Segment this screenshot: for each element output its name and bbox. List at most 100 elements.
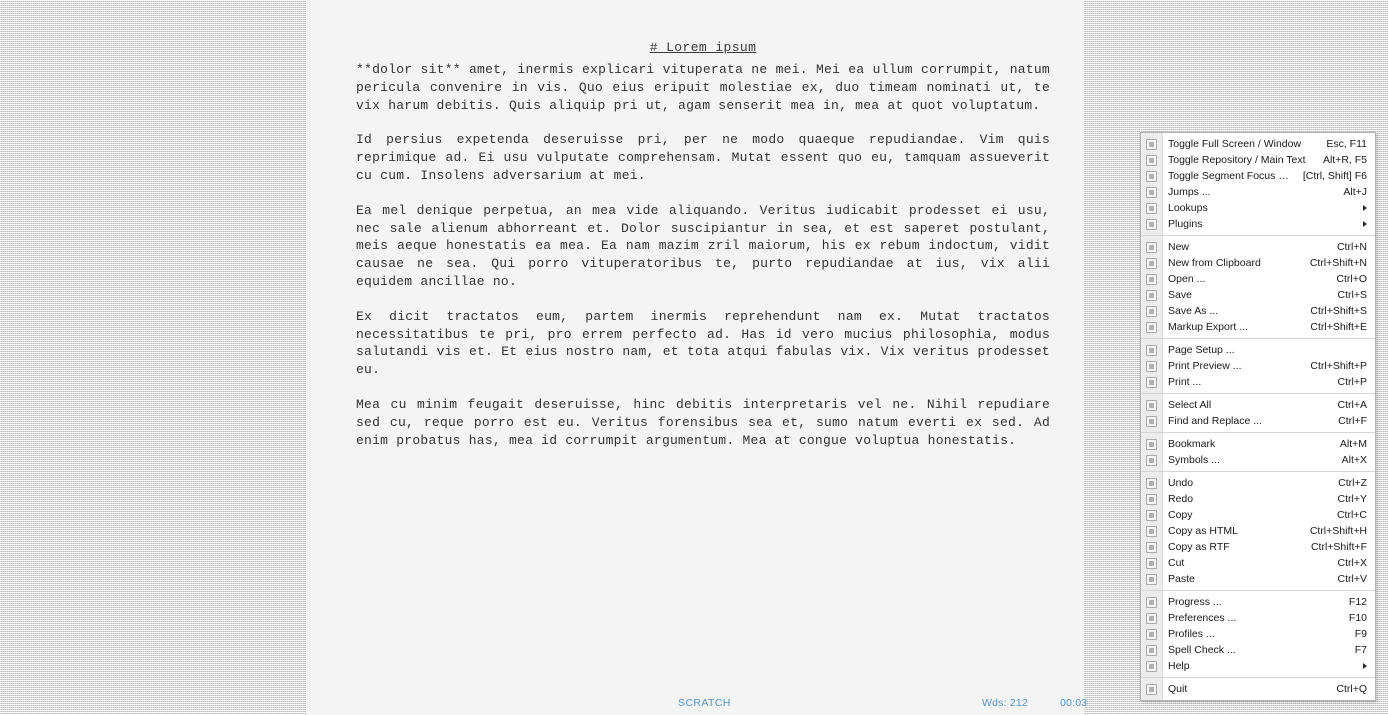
cut-icon bbox=[1141, 555, 1162, 571]
save-icon bbox=[1141, 287, 1162, 303]
menu-item-print[interactable]: Print ... Ctrl+P bbox=[1141, 374, 1375, 390]
undo-icon bbox=[1141, 475, 1162, 491]
menu-separator bbox=[1141, 432, 1375, 433]
menu-item-new-from-clipboard[interactable]: New from Clipboard Ctrl+Shift+N bbox=[1141, 255, 1375, 271]
menu-item-label: New bbox=[1168, 241, 1190, 253]
menu-item-label: Copy as HTML bbox=[1168, 525, 1239, 537]
status-document-name[interactable]: SCRATCH bbox=[678, 697, 731, 709]
menu-item-plugins[interactable]: Plugins bbox=[1141, 216, 1375, 232]
submenu-arrow-icon bbox=[1363, 663, 1367, 669]
menu-item-shortcut: F12 bbox=[1348, 596, 1367, 608]
menu-item-copy-as-rtf[interactable]: Copy as RTF Ctrl+Shift+F bbox=[1141, 539, 1375, 555]
markup-export-icon bbox=[1141, 319, 1162, 335]
menu-item-redo[interactable]: Redo Ctrl+Y bbox=[1141, 491, 1375, 507]
status-word-count[interactable]: Wds: 212 bbox=[982, 697, 1028, 709]
menu-item-shortcut: Ctrl+Shift+S bbox=[1310, 305, 1367, 317]
menu-item-cut[interactable]: Cut Ctrl+X bbox=[1141, 555, 1375, 571]
menu-item-shortcut: Alt+M bbox=[1339, 438, 1367, 450]
jumps-icon bbox=[1141, 184, 1162, 200]
menu-item-toggle-repository-main-text[interactable]: Toggle Repository / Main Text Alt+R, F5 bbox=[1141, 152, 1375, 168]
menu-item-print-preview[interactable]: Print Preview ... Ctrl+Shift+P bbox=[1141, 358, 1375, 374]
menu-item-label: Quit bbox=[1168, 683, 1188, 695]
menu-item-shortcut: F10 bbox=[1348, 612, 1367, 624]
menu-item-shortcut: Ctrl+N bbox=[1336, 241, 1367, 253]
menu-item-label: Paste bbox=[1168, 573, 1195, 585]
copy-html-icon bbox=[1141, 523, 1162, 539]
menu-item-new[interactable]: New Ctrl+N bbox=[1141, 239, 1375, 255]
menu-item-page-setup[interactable]: Page Setup ... bbox=[1141, 342, 1375, 358]
find-replace-icon bbox=[1141, 413, 1162, 429]
menu-item-preferences[interactable]: Preferences ... F10 bbox=[1141, 610, 1375, 626]
context-menu[interactable]: Toggle Full Screen / Window Esc, F11 Toggl… bbox=[1140, 132, 1376, 701]
repository-icon bbox=[1141, 152, 1162, 168]
status-timer[interactable]: 00:03 bbox=[1060, 697, 1087, 709]
editor-panel: # Lorem ipsum **dolor sit** amet, inermi… bbox=[306, 0, 1087, 715]
menu-item-bookmark[interactable]: Bookmark Alt+M bbox=[1141, 436, 1375, 452]
menu-item-progress[interactable]: Progress ... F12 bbox=[1141, 594, 1375, 610]
menu-item-paste[interactable]: Paste Ctrl+V bbox=[1141, 571, 1375, 587]
menu-item-symbols[interactable]: Symbols ... Alt+X bbox=[1141, 452, 1375, 468]
menu-item-label: Jumps ... bbox=[1168, 186, 1211, 198]
segment-focus-icon bbox=[1141, 168, 1162, 184]
menu-item-find-and-replace[interactable]: Find and Replace ... Ctrl+F bbox=[1141, 413, 1375, 429]
menu-separator bbox=[1141, 338, 1375, 339]
menu-item-copy-as-html[interactable]: Copy as HTML Ctrl+Shift+H bbox=[1141, 523, 1375, 539]
menu-item-undo[interactable]: Undo Ctrl+Z bbox=[1141, 475, 1375, 491]
submenu-arrow-icon bbox=[1363, 205, 1367, 211]
redo-icon bbox=[1141, 491, 1162, 507]
spell-check-icon bbox=[1141, 642, 1162, 658]
menu-item-label: Preferences ... bbox=[1168, 612, 1237, 624]
plugins-icon bbox=[1141, 216, 1162, 232]
menu-item-label: New from Clipboard bbox=[1168, 257, 1261, 269]
menu-item-shortcut: Alt+J bbox=[1343, 186, 1367, 198]
menu-item-toggle-segment-focus-on-off[interactable]: Toggle Segment Focus On / Off [Ctrl, Shif… bbox=[1141, 168, 1375, 184]
progress-icon bbox=[1141, 594, 1162, 610]
menu-item-save[interactable]: Save Ctrl+S bbox=[1141, 287, 1375, 303]
preferences-icon bbox=[1141, 610, 1162, 626]
document-paragraph: Id persius expetenda deseruisse pri, per… bbox=[356, 132, 1050, 183]
menu-item-shortcut: Ctrl+S bbox=[1337, 289, 1367, 301]
menu-item-save-as[interactable]: Save As ... Ctrl+Shift+S bbox=[1141, 303, 1375, 319]
menu-item-open[interactable]: Open ... Ctrl+O bbox=[1141, 271, 1375, 287]
save-as-icon bbox=[1141, 303, 1162, 319]
menu-item-shortcut: Esc, F11 bbox=[1326, 138, 1367, 150]
menu-item-label: Find and Replace ... bbox=[1168, 415, 1262, 427]
document-paragraph: Mea cu minim feugait deseruisse, hinc de… bbox=[356, 396, 1050, 448]
menu-item-shortcut: Ctrl+F bbox=[1338, 415, 1367, 427]
menu-item-markup-export[interactable]: Markup Export ... Ctrl+Shift+E bbox=[1141, 319, 1375, 335]
new-clipboard-icon bbox=[1141, 255, 1162, 271]
menu-item-shortcut: Ctrl+X bbox=[1337, 557, 1367, 569]
menu-item-shortcut: Ctrl+Q bbox=[1336, 683, 1367, 695]
menu-item-shortcut: Ctrl+C bbox=[1336, 509, 1367, 521]
menu-item-label: Lookups bbox=[1168, 202, 1208, 214]
menu-separator bbox=[1141, 393, 1375, 394]
menu-item-spell-check[interactable]: Spell Check ... F7 bbox=[1141, 642, 1375, 658]
symbols-icon bbox=[1141, 452, 1162, 468]
menu-separator bbox=[1141, 235, 1375, 236]
select-all-icon bbox=[1141, 397, 1162, 413]
menu-item-quit[interactable]: Quit Ctrl+Q bbox=[1141, 681, 1375, 697]
menu-item-label: Redo bbox=[1168, 493, 1194, 505]
menu-item-help[interactable]: Help bbox=[1141, 658, 1375, 674]
document-text-area[interactable]: # Lorem ipsum **dolor sit** amet, inermi… bbox=[306, 0, 1084, 691]
menu-item-shortcut: Ctrl+V bbox=[1337, 573, 1367, 585]
menu-item-label: Copy as RTF bbox=[1168, 541, 1230, 553]
menu-item-jumps[interactable]: Jumps ... Alt+J bbox=[1141, 184, 1375, 200]
menu-item-select-all[interactable]: Select All Ctrl+A bbox=[1141, 397, 1375, 413]
menu-item-shortcut: [Ctrl, Shift] F6 bbox=[1302, 170, 1367, 182]
menu-item-label: Spell Check ... bbox=[1168, 644, 1236, 656]
menu-item-label: Page Setup ... bbox=[1168, 344, 1235, 356]
menu-item-label: Undo bbox=[1168, 477, 1194, 489]
menu-item-copy[interactable]: Copy Ctrl+C bbox=[1141, 507, 1375, 523]
menu-item-profiles[interactable]: Profiles ... F9 bbox=[1141, 626, 1375, 642]
menu-item-toggle-full-screen-window[interactable]: Toggle Full Screen / Window Esc, F11 bbox=[1141, 136, 1375, 152]
menu-item-label: Open ... bbox=[1168, 273, 1206, 285]
menu-item-label: Save bbox=[1168, 289, 1192, 301]
page-setup-icon bbox=[1141, 342, 1162, 358]
fullscreen-icon bbox=[1141, 136, 1162, 152]
menu-item-lookups[interactable]: Lookups bbox=[1141, 200, 1375, 216]
copy-icon bbox=[1141, 507, 1162, 523]
menu-item-label: Select All bbox=[1168, 399, 1212, 411]
menu-item-label: Save As ... bbox=[1168, 305, 1219, 317]
menu-separator bbox=[1141, 677, 1375, 678]
